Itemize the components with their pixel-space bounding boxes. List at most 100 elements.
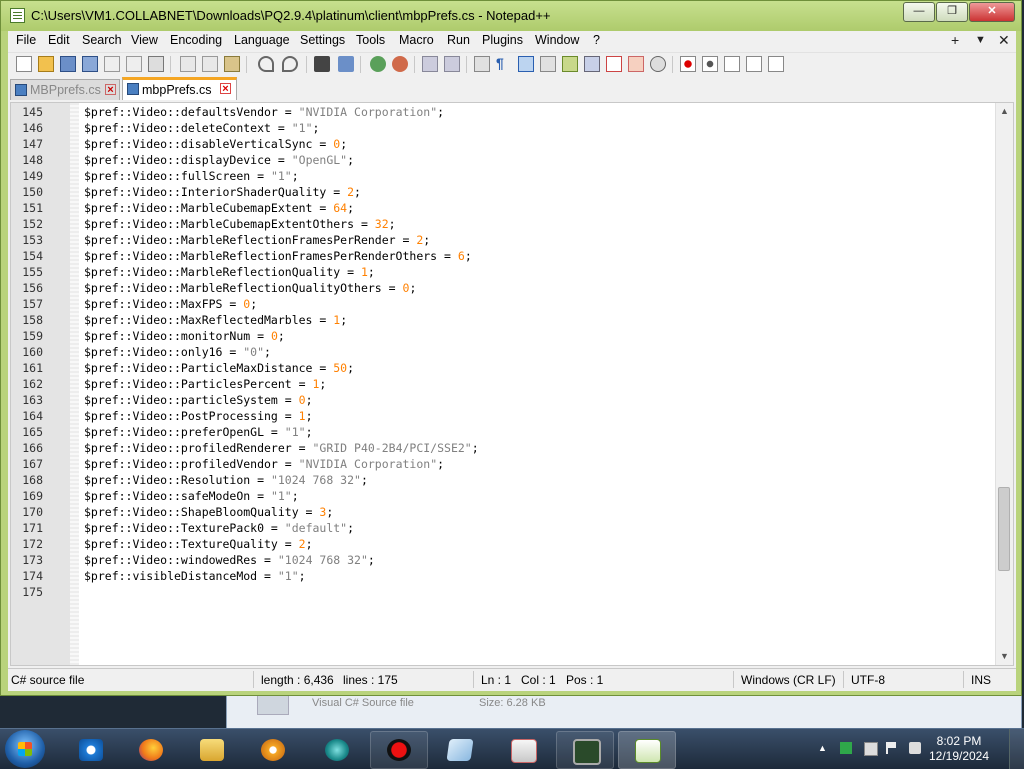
code-text[interactable]: $pref::Video::MaxReflectedMarbles = 1; [84,312,347,328]
fold-margin[interactable] [70,103,79,665]
show-all-characters-icon[interactable]: ¶ [496,56,512,72]
menu-settings[interactable]: Settings [300,33,345,47]
copy-icon[interactable] [202,56,218,72]
paste-icon[interactable] [224,56,240,72]
new-tab-plus-icon[interactable]: + [951,32,959,48]
code-text[interactable]: $pref::Video::InteriorShaderQuality = 2; [84,184,361,200]
code-text[interactable]: $pref::visibleDistanceMod = "1"; [84,568,306,584]
print-icon[interactable] [148,56,164,72]
status-insert-mode[interactable]: INS [971,673,991,687]
redo-icon[interactable] [282,56,298,72]
zoom-out-icon[interactable] [392,56,408,72]
menu-window[interactable]: Window [535,33,579,47]
code-text[interactable]: $pref::Video::safeModeOn = "1"; [84,488,299,504]
new-file-icon[interactable] [16,56,32,72]
close-document-icon[interactable]: ✕ [998,32,1010,49]
title-bar[interactable]: C:\Users\VM1.COLLABNET\Downloads\PQ2.9.4… [1,1,1021,31]
code-editor[interactable]: 145 $pref::Video::defaultsVendor = "NVIDI… [10,102,1014,666]
undo-icon[interactable] [258,56,274,72]
record-macro-icon[interactable] [680,56,696,72]
action-center-flag-icon[interactable] [886,742,896,754]
folder-as-workspace-icon[interactable] [606,56,622,72]
replace-icon[interactable] [338,56,354,72]
taskbar-java[interactable] [494,731,552,769]
volume-muted-icon[interactable] [909,742,921,754]
code-text[interactable]: $pref::Video::ShapeBloomQuality = 3; [84,504,333,520]
menu-help[interactable]: ? [593,33,600,47]
code-text[interactable]: $pref::Video::MarbleCubemapExtentOthers … [84,216,396,232]
code-text[interactable]: $pref::Video::windowedRes = "1024 768 32… [84,552,375,568]
menu-file[interactable]: File [16,33,36,47]
tab-close-icon[interactable]: × [220,83,231,95]
show-desktop-button[interactable] [1009,729,1024,769]
menu-language[interactable]: Language [234,33,290,47]
monitoring-icon[interactable] [628,56,644,72]
menu-encoding[interactable]: Encoding [170,33,222,47]
eye-icon[interactable] [650,56,666,72]
menu-view[interactable]: View [131,33,158,47]
save-macro-icon[interactable] [768,56,784,72]
open-folder-icon[interactable] [38,56,54,72]
taskbar-firefox[interactable] [122,731,180,769]
tab-close-icon[interactable]: × [105,84,116,96]
code-text[interactable]: $pref::Video::profiledRenderer = "GRID P… [84,440,479,456]
code-text[interactable]: $pref::Video::displayDevice = "OpenGL"; [84,152,354,168]
menu-run[interactable]: Run [447,33,470,47]
stop-recording-icon[interactable] [702,56,718,72]
save-icon[interactable] [60,56,76,72]
run-macro-multiple-icon[interactable] [746,56,762,72]
taskbar-monitor[interactable] [556,731,614,769]
network-icon[interactable] [864,742,878,756]
tab-list-arrow-icon[interactable]: ▼ [975,34,986,46]
zoom-in-icon[interactable] [370,56,386,72]
sync-vertical-icon[interactable] [422,56,438,72]
minimize-button[interactable]: — [903,2,935,22]
playback-macro-icon[interactable] [724,56,740,72]
menu-plugins[interactable]: Plugins [482,33,523,47]
user-defined-language-icon[interactable] [540,56,556,72]
find-icon[interactable] [314,56,330,72]
code-text[interactable]: $pref::Video::ParticleMaxDistance = 50; [84,360,354,376]
code-text[interactable]: $pref::Video::profiledVendor = "NVIDIA C… [84,456,444,472]
menu-macro[interactable]: Macro [399,33,434,47]
sync-horizontal-icon[interactable] [444,56,460,72]
code-text[interactable]: $pref::Video::defaultsVendor = "NVIDIA C… [84,104,444,120]
function-list-icon[interactable] [584,56,600,72]
code-text[interactable]: $pref::Video::fullScreen = "1"; [84,168,299,184]
code-text[interactable]: $pref::Video::Resolution = "1024 768 32"… [84,472,368,488]
menu-search[interactable]: Search [82,33,122,47]
save-all-icon[interactable] [82,56,98,72]
show-hidden-icons-icon[interactable]: ▲ [818,743,830,755]
close-file-icon[interactable] [104,56,120,72]
code-text[interactable]: $pref::Video::MarbleReflectionFramesPerR… [84,232,430,248]
indent-guide-icon[interactable] [518,56,534,72]
code-text[interactable]: $pref::Video::MarbleCubemapExtent = 64; [84,200,354,216]
code-text[interactable]: $pref::Video::MarbleReflectionQualityOth… [84,280,416,296]
code-text[interactable]: $pref::Video::TextureQuality = 2; [84,536,313,552]
code-text[interactable]: $pref::Video::TexturePack0 = "default"; [84,520,354,536]
code-text[interactable]: $pref::Video::MaxFPS = 0; [84,296,257,312]
code-text[interactable]: $pref::Video::MarbleReflectionFramesPerR… [84,248,472,264]
code-text[interactable]: $pref::Video::preferOpenGL = "1"; [84,424,313,440]
taskbar-ie[interactable] [62,731,120,769]
close-all-icon[interactable] [126,56,142,72]
code-text[interactable]: $pref::Video::MarbleReflectionQuality = … [84,264,375,280]
taskbar-explorer[interactable] [183,731,241,769]
status-encoding[interactable]: UTF-8 [851,673,885,687]
code-text[interactable]: $pref::Video::particleSystem = 0; [84,392,313,408]
document-map-icon[interactable] [562,56,578,72]
start-button[interactable] [5,730,45,768]
tab-mbpprefs-active[interactable]: mbpPrefs.cs × [122,77,237,100]
scroll-down-arrow-icon[interactable]: ▼ [996,648,1013,665]
code-text[interactable]: $pref::Video::ParticlesPercent = 1; [84,376,326,392]
status-eol[interactable]: Windows (CR LF) [741,673,836,687]
taskbar-notepadpp[interactable] [618,731,676,769]
scroll-up-arrow-icon[interactable]: ▲ [996,103,1013,120]
code-text[interactable]: $pref::Video::disableVerticalSync = 0; [84,136,347,152]
taskbar-app-teal[interactable] [308,731,366,769]
word-wrap-icon[interactable] [474,56,490,72]
vertical-scrollbar[interactable]: ▲ ▼ [995,103,1013,665]
close-button[interactable]: ✕ [969,2,1015,22]
taskbar-clock[interactable]: 8:02 PM 12/19/2024 [924,734,994,764]
code-text[interactable]: $pref::Video::only16 = "0"; [84,344,271,360]
